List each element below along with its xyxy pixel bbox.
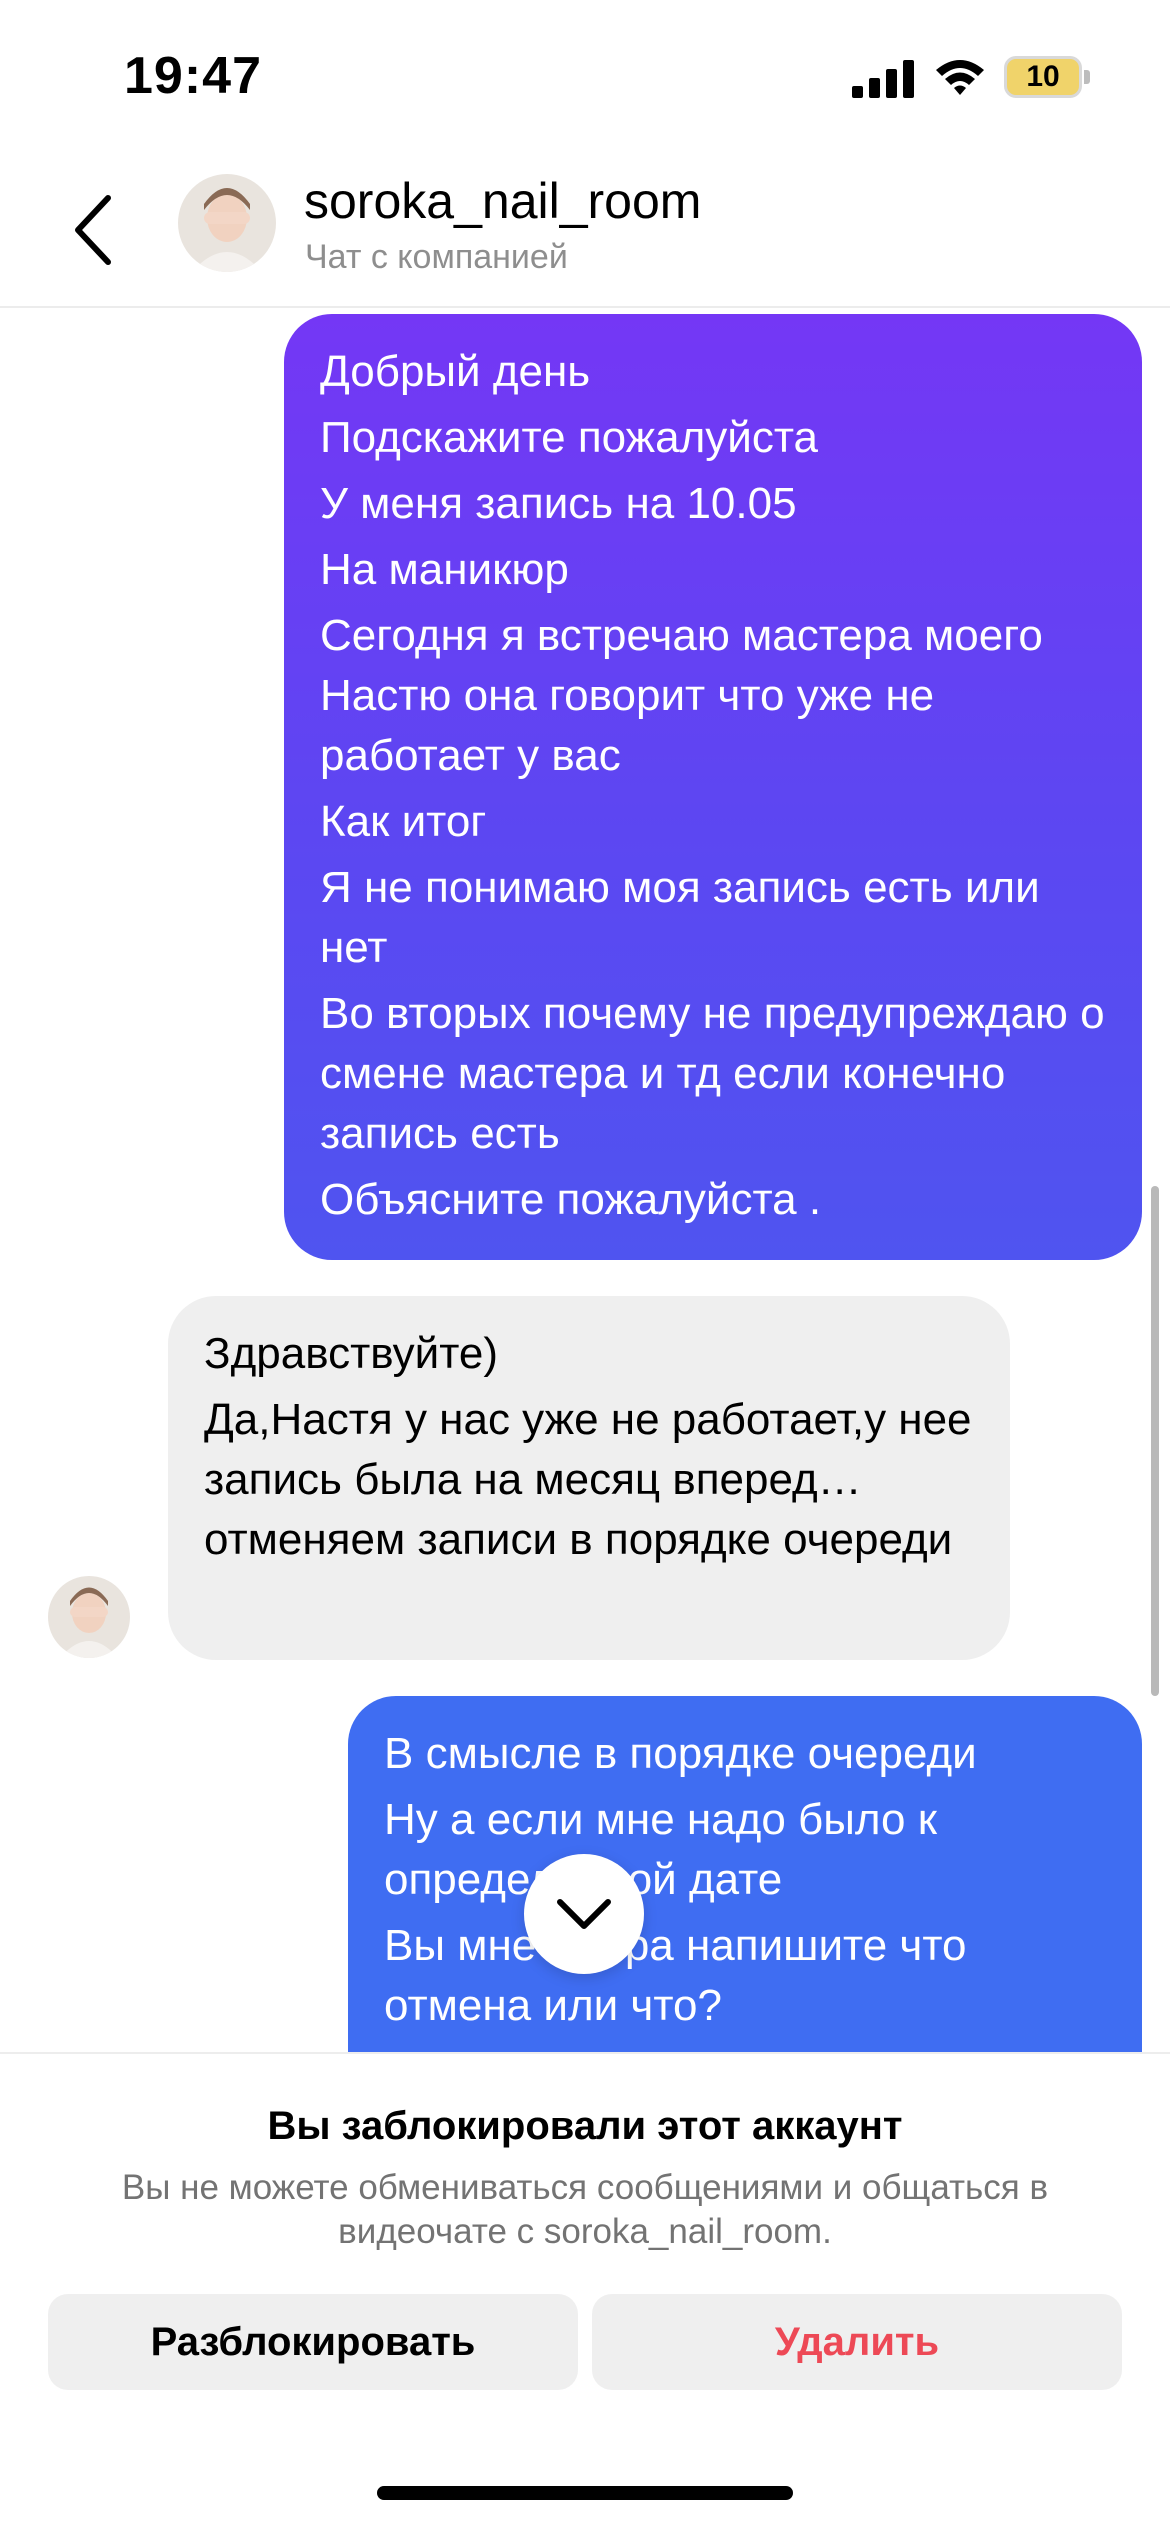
message-line: Здравствуйте) <box>204 1329 498 1378</box>
message-list[interactable]: Добрый день Подскажите пожалуйста У меня… <box>0 310 1170 2052</box>
message-line: Добрый день <box>320 347 591 396</box>
status-time: 19:47 <box>124 47 262 105</box>
delete-button[interactable]: Удалить <box>592 2294 1122 2390</box>
incoming-message[interactable]: Здравствуйте) Да,Настя у нас уже не рабо… <box>168 1296 1010 1660</box>
message-line: Во вторых почему не предупреждаю о смене… <box>320 989 1105 1158</box>
battery-icon: 10 <box>1004 56 1090 98</box>
message-line: У меня запись на 10.05 <box>320 479 797 528</box>
wifi-icon <box>936 60 984 95</box>
chat-title[interactable]: soroka_nail_room <box>304 172 701 230</box>
message-line: На маникюр <box>320 545 569 594</box>
blocked-title: Вы заблокировали этот аккаунт <box>267 2104 903 2148</box>
message-line: В смысле в порядке очереди <box>384 1729 977 1778</box>
battery-level-text: 10 <box>1026 60 1060 93</box>
message-line: Подскажите пожалуйста <box>320 413 818 462</box>
message-line: Как итог <box>320 797 487 846</box>
outgoing-message[interactable]: Добрый день Подскажите пожалуйста У меня… <box>284 314 1142 1260</box>
message-line: Ну а если мне надо было к определенной д… <box>384 1795 937 1904</box>
blocked-account-panel: Вы заблокировали этот аккаунт Вы не може… <box>0 2052 1170 2532</box>
sender-avatar[interactable] <box>48 1576 130 1658</box>
message-line: Да,Настя у нас уже не работает,у нее зап… <box>204 1395 972 1564</box>
status-bar: 19:47 10 <box>0 0 1170 150</box>
dm-chat-screen: 19:47 10 soroka_nail_room Чат с компание… <box>0 0 1170 2532</box>
message-line: Вы мне с утра напишите что отмена или чт… <box>384 1921 967 2030</box>
message-line: Я не понимаю моя запись есть или нет <box>320 863 1040 972</box>
back-button[interactable] <box>64 190 124 270</box>
message-line: Сегодня я встречаю мастера моего Настю о… <box>320 611 1043 780</box>
unblock-button[interactable]: Разблокировать <box>48 2294 578 2390</box>
chat-subtitle: Чат с компанией <box>305 238 568 276</box>
chat-header: soroka_nail_room Чат с компанией <box>0 150 1170 308</box>
message-line: Объясните пожалуйста . <box>320 1175 822 1224</box>
outgoing-message[interactable]: В смысле в порядке очереди Ну а если мне… <box>348 1696 1142 2052</box>
profile-avatar[interactable] <box>178 174 276 272</box>
scrollbar[interactable] <box>1151 1186 1159 1696</box>
chevron-down-icon <box>557 1899 611 1929</box>
blocked-description: Вы не можете обмениваться сообщениями и … <box>121 2168 1049 2251</box>
signal-icon <box>852 60 914 98</box>
home-indicator[interactable] <box>377 2486 793 2500</box>
scroll-to-bottom-button[interactable] <box>524 1854 644 1974</box>
